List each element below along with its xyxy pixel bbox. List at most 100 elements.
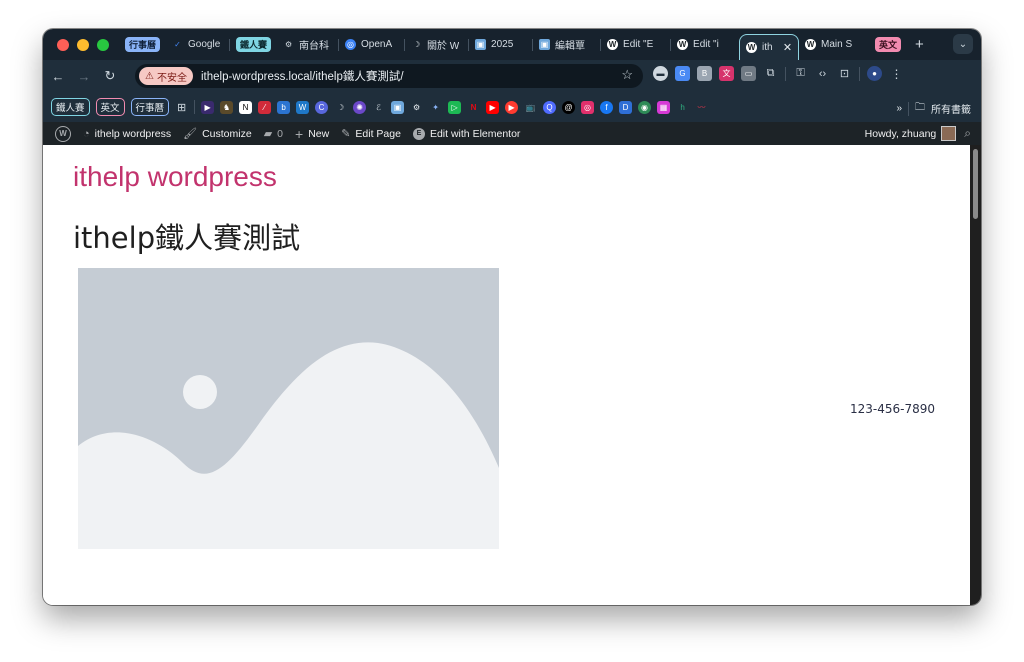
tab-group-english[interactable]: 英文 [869,34,907,56]
screenshot-icon[interactable]: ⊡ [837,66,852,81]
doc-icon: ▣ [475,39,487,50]
tab-group-ithelp[interactable]: 鐵人賽 [230,34,277,56]
tab-edit-e[interactable]: W Edit "E [601,34,672,56]
security-chip[interactable]: ⚠ 不安全 [139,67,193,85]
red-bookmark-icon[interactable]: 〰 [695,101,708,114]
tab-group-label: 英文 [875,37,902,52]
wordpress-icon: W [607,39,619,50]
c-bookmark-icon[interactable]: C [315,100,329,114]
browser-toolbar: ← → ↻ ⚠ 不安全 ithelp-wordpress.local/ithel… [43,60,981,92]
tab-edit-post[interactable]: ▣ 編輯覃 [533,34,602,56]
tab-about-w[interactable]: ☽ 關於 W [405,34,470,56]
tab-main-s[interactable]: W Main S [799,34,869,56]
tv-bookmark-icon[interactable]: 📺 [524,101,537,114]
address-bar[interactable]: ⚠ 不安全 ithelp-wordpress.local/ithelp鐵人賽測試… [135,64,643,88]
edit-with-elementor-link[interactable]: E Edit with Elementor [412,127,520,140]
back-button[interactable]: ← [47,69,69,84]
instagram-bookmark-icon[interactable]: ◎ [581,100,595,114]
wp-admin-bar: W ◔ ithelp wordpress 🖌 Customize ▰ 0 + N… [43,122,981,145]
tab-edit-i[interactable]: W Edit "i [671,34,739,56]
bookmarks-bar: 鐵人賽 英文 行事曆 ⊞ ▶ ♞ N ⁄ b W C ☽ ✺ ℰ ▣ ⚙ ✦ ▷… [43,92,981,122]
url-text[interactable]: ithelp-wordpress.local/ithelp鐵人賽測試/ [201,68,404,84]
netflix-bookmark-icon[interactable]: N [467,101,480,114]
close-tab-icon[interactable]: ✕ [783,41,792,54]
all-bookmarks-button[interactable]: 所有書籤 [931,101,971,116]
record-bookmark-icon[interactable]: ▶ [505,100,519,114]
tab-ithelp-active[interactable]: W ith ✕ [739,33,800,61]
warning-icon: ⚠ [145,70,154,82]
bookmark-group-english[interactable]: 英文 [95,98,125,116]
scrollbar[interactable] [970,145,981,605]
tab-search-button[interactable]: ⌄ [953,34,973,54]
slash-bookmark-icon[interactable]: ⁄ [258,100,272,114]
search-icon[interactable]: ⌕ [964,126,971,141]
threads-bookmark-icon[interactable]: @ [562,100,576,114]
forward-button[interactable]: → [73,69,95,84]
b-extension-icon[interactable]: B [697,66,712,81]
key-icon[interactable]: ⚿ [793,66,808,81]
video-bookmark-icon[interactable]: ▶ [201,100,215,114]
browser-window: 行事曆 ✓ Google 鐵人賽 ⚙ 南台科 ◎ OpenA ☽ 關於 W ▣ … [43,29,981,605]
maximize-window-button[interactable] [97,38,109,51]
new-tab-button[interactable]: + [915,36,924,53]
tab-google[interactable]: ✓ Google [166,34,231,56]
page-title: ithelp鐵人賽測試 [73,221,301,255]
openai-icon: ◎ [345,39,357,50]
chat-extension-icon[interactable]: ▬ [653,66,668,81]
tab-group-calendar[interactable]: 行事曆 [119,34,166,56]
customize-link[interactable]: 🖌 Customize [183,127,252,141]
green-bookmark-icon[interactable]: ◉ [638,100,652,114]
edit-page-link[interactable]: ✎ Edit Page [341,127,401,141]
h-bookmark-icon[interactable]: h [676,101,689,114]
notion-bookmark-icon[interactable]: N [239,100,253,114]
facebook-bookmark-icon[interactable]: f [600,100,614,114]
new-content-menu[interactable]: + New [295,126,329,142]
bookmark-group-ithelp[interactable]: 鐵人賽 [51,98,90,116]
bookmark-group-calendar[interactable]: 行事曆 [130,98,170,116]
play-bookmark-icon[interactable]: ▷ [448,100,462,114]
q-bookmark-icon[interactable]: Q [543,100,557,114]
scrollbar-thumb[interactable] [973,149,978,219]
youtube-bookmark-icon[interactable]: ▶ [486,100,500,114]
orb-bookmark-icon[interactable]: ✺ [353,100,367,114]
tab-group-label: 鐵人賽 [236,37,272,52]
puzzle-icon[interactable]: ⧉ [763,66,778,81]
code-icon[interactable]: ‹› [815,66,830,81]
openai-bookmark-icon[interactable]: ⚙ [410,101,423,114]
apps-grid-icon[interactable]: ⊞ [175,101,188,114]
more-menu-icon[interactable]: ⋮ [889,66,904,81]
security-chip-label: 不安全 [156,72,187,84]
my-account-menu[interactable]: Howdy, zhuang [865,126,957,141]
comments-link[interactable]: ▰ 0 [264,127,283,141]
tab-label: Edit "i [693,39,719,50]
translate-extension-icon[interactable]: G [675,66,690,81]
doc-bookmark-icon[interactable]: ▣ [391,100,405,114]
grid-bookmark-icon[interactable]: ▦ [657,100,671,114]
bookmark-star-icon[interactable]: ☆ [621,67,633,83]
b-bookmark-icon[interactable]: b [277,100,291,114]
minimize-window-button[interactable] [77,38,89,51]
screen-extension-icon[interactable]: ▭ [741,66,756,81]
bear-bookmark-icon[interactable]: ♞ [220,100,234,114]
plus-icon: + [295,125,304,142]
site-name-menu[interactable]: ◔ ithelp wordpress [83,128,171,140]
tab-2025[interactable]: ▣ 2025 [469,34,534,56]
profile-avatar-icon[interactable]: ● [867,66,882,81]
d-bookmark-icon[interactable]: D [619,100,633,114]
bookmarks-overflow-button[interactable]: » [896,103,902,114]
gemini-bookmark-icon[interactable]: ✦ [429,101,442,114]
text-extension-icon[interactable]: 文 [719,66,734,81]
moon-bookmark-icon[interactable]: ☽ [334,101,347,114]
s-bookmark-icon[interactable]: ℰ [372,101,385,114]
chevron-down-icon: ⌄ [958,38,968,50]
tab-label: 編輯覃 [555,41,586,52]
reload-button[interactable]: ↻ [99,68,121,84]
tab-stust[interactable]: ⚙ 南台科 [277,34,340,56]
site-title-link[interactable]: ithelp wordpress [73,161,277,193]
wordpress-logo-menu[interactable]: W [55,125,71,142]
w-bookmark-icon[interactable]: W [296,100,310,114]
window-controls [57,38,109,51]
bookmarks-divider [194,100,196,114]
tab-openai[interactable]: ◎ OpenA [339,34,406,56]
close-window-button[interactable] [57,38,69,51]
